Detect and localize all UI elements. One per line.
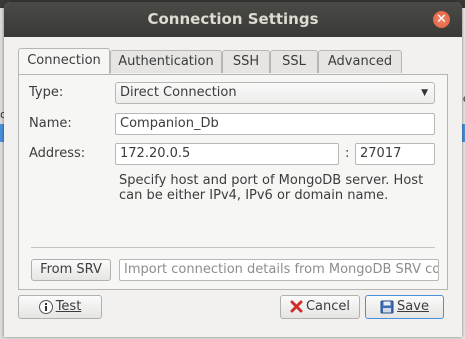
type-label: Type: bbox=[29, 85, 64, 100]
address-label: Address: bbox=[29, 146, 86, 161]
cancel-button[interactable]: Cancel bbox=[280, 295, 360, 319]
close-icon: ✕ bbox=[436, 12, 447, 27]
chevron-down-icon: ▼ bbox=[421, 88, 428, 98]
save-icon bbox=[380, 300, 394, 313]
name-label: Name: bbox=[29, 116, 72, 131]
from-srv-button[interactable]: From SRV bbox=[31, 259, 111, 281]
type-select-value: Direct Connection bbox=[120, 85, 237, 100]
dialog-title: Connection Settings bbox=[147, 10, 319, 28]
save-button-label: Save bbox=[397, 299, 429, 314]
test-button-label: Test bbox=[55, 299, 82, 314]
tab-advanced[interactable]: Advanced bbox=[318, 50, 402, 73]
close-button[interactable]: ✕ bbox=[433, 11, 450, 28]
name-input-value: Companion_Db bbox=[120, 116, 219, 131]
port-separator: : bbox=[345, 146, 350, 161]
test-button[interactable]: Test bbox=[18, 295, 102, 319]
save-button[interactable]: Save bbox=[365, 295, 444, 319]
cancel-button-label: Cancel bbox=[305, 299, 351, 314]
host-input[interactable]: 172.20.0.5 bbox=[115, 143, 339, 165]
connection-settings-dialog: Connection Settings ✕ Connection Authent… bbox=[4, 2, 462, 337]
info-icon bbox=[38, 299, 53, 314]
name-input[interactable]: Companion_Db bbox=[115, 113, 435, 135]
dialog-titlebar: Connection Settings ✕ bbox=[4, 2, 462, 37]
type-select[interactable]: Direct Connection ▼ bbox=[115, 82, 435, 104]
tab-ssl[interactable]: SSL bbox=[270, 50, 318, 73]
tab-authentication[interactable]: Authentication bbox=[110, 50, 222, 73]
host-input-value: 172.20.0.5 bbox=[120, 146, 191, 161]
tab-ssh[interactable]: SSH bbox=[222, 50, 270, 73]
tab-connection[interactable]: Connection bbox=[18, 48, 110, 74]
divider bbox=[31, 247, 435, 248]
address-hint: Specify host and port of MongoDB server.… bbox=[119, 173, 424, 203]
cancel-icon bbox=[290, 300, 303, 313]
connection-tab-panel: Type: Direct Connection ▼ Name: Companio… bbox=[18, 74, 448, 290]
srv-input[interactable]: Import connection details from MongoDB S… bbox=[119, 259, 439, 281]
port-input-value: 27017 bbox=[360, 146, 402, 161]
port-input[interactable]: 27017 bbox=[355, 143, 435, 165]
